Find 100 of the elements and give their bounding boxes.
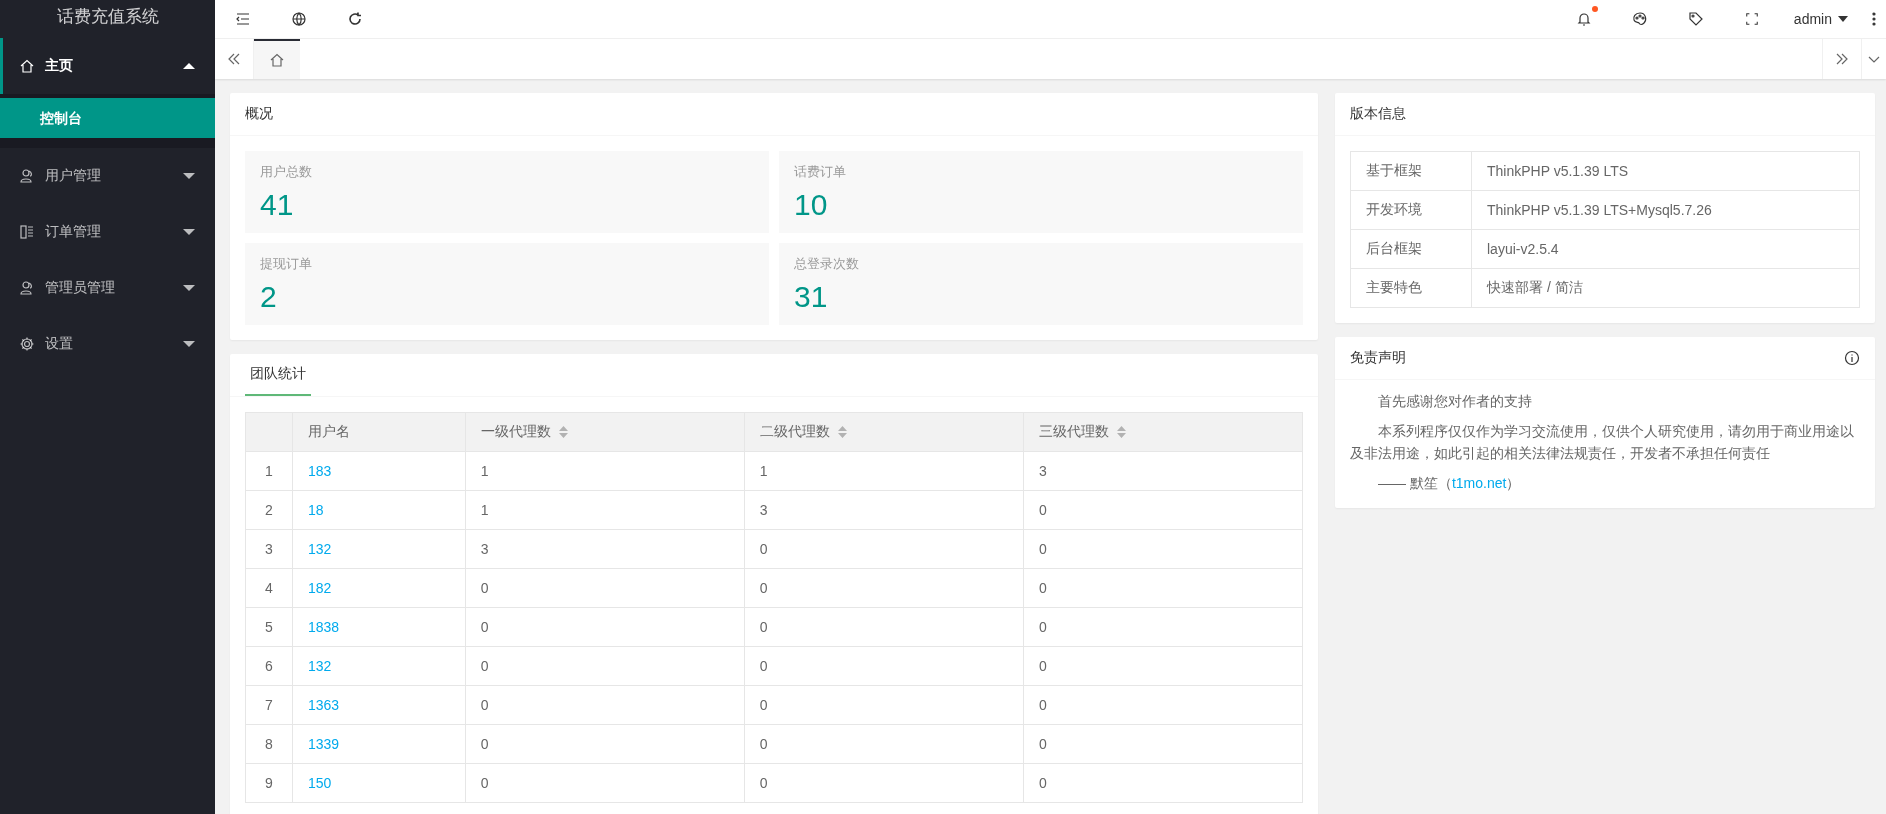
sidebar-item[interactable]: 用户管理 (0, 148, 215, 204)
tag-icon (1687, 11, 1704, 27)
table-cell: 0 (744, 646, 1024, 686)
row-number: 3 (245, 529, 293, 569)
row-number: 7 (245, 685, 293, 725)
sidebar-item[interactable]: 管理员管理 (0, 260, 215, 316)
caret-icon (183, 229, 195, 235)
chevrons-left-icon (226, 51, 242, 67)
username-link[interactable]: 1838 (308, 619, 340, 635)
table-cell: 1 (465, 451, 745, 491)
disclaimer-text: 首先感谢您对作者的支持 (1377, 392, 1533, 411)
stat-label: 话费订单 (794, 163, 847, 181)
column-header[interactable]: 一级代理数 (465, 412, 745, 452)
table-cell: 0 (465, 724, 745, 764)
table-cell: 0 (744, 685, 1024, 725)
username-link[interactable]: 1339 (308, 736, 340, 752)
caret-icon (183, 285, 195, 291)
table-cell: layui-v2.5.4 (1471, 229, 1860, 269)
disclaimer-text: 本系列程序仅仅作为学习交流使用，仅供个人研究使用，请勿用于商业用途以及非法用途，如此引起的相关法律法规责任，开发者不承担任何责任 (1350, 422, 1855, 463)
row-number: 6 (245, 646, 293, 686)
list-icon (19, 224, 35, 240)
table-cell: 快速部署 / 简洁 (1471, 268, 1860, 308)
table-cell: 3 (744, 490, 1024, 530)
table-cell: 1 (465, 490, 745, 530)
sort-icon (837, 426, 847, 438)
column-header: 用户名 (292, 412, 466, 452)
row-number: 1 (245, 451, 293, 491)
table-cell: 后台框架 (1350, 229, 1472, 269)
gear-icon (19, 336, 35, 352)
username-link[interactable]: 150 (308, 775, 332, 791)
table-cell: 0 (744, 607, 1024, 647)
table-cell: 0 (1023, 646, 1303, 686)
table-cell: 0 (465, 646, 745, 686)
table-cell: 0 (1023, 724, 1303, 764)
table-cell: 0 (1023, 763, 1303, 803)
table-cell: 0 (1023, 529, 1303, 569)
username-link[interactable]: 182 (308, 580, 332, 596)
table-cell: 3 (1023, 451, 1303, 491)
username-link[interactable]: 132 (308, 658, 332, 674)
card-title: 免责声明 (1350, 349, 1406, 367)
stat-value: 2 (260, 279, 278, 315)
app-title: 话费充值系统 (55, 5, 160, 28)
row-number: 2 (245, 490, 293, 530)
sort-icon (558, 426, 568, 438)
stat-value: 10 (794, 187, 829, 223)
caret-icon (183, 341, 195, 347)
users-icon (19, 280, 35, 296)
table-cell: 0 (1023, 607, 1303, 647)
row-number: 5 (245, 607, 293, 647)
username-link[interactable]: 18 (308, 502, 324, 518)
table-cell: 基于框架 (1350, 151, 1472, 191)
sidebar-item[interactable]: 设置 (0, 316, 215, 372)
home-icon (19, 58, 35, 74)
sidebar-item[interactable]: 订单管理 (0, 204, 215, 260)
stat-label: 总登录次数 (794, 255, 860, 273)
signature-text: —— 默笙（t1mo.net） (1377, 474, 1522, 493)
stat-label: 用户总数 (260, 163, 313, 181)
fullscreen-icon (1744, 12, 1759, 26)
caret-icon (183, 63, 195, 69)
table-cell: 0 (744, 724, 1024, 764)
table-cell: ThinkPHP v5.1.39 LTS (1471, 151, 1860, 191)
table-cell: 0 (465, 685, 745, 725)
username-link[interactable]: 132 (308, 541, 332, 557)
username-link[interactable]: 1363 (308, 697, 340, 713)
palette-icon (1631, 11, 1648, 27)
row-number: 4 (245, 568, 293, 608)
table-cell: 主要特色 (1350, 268, 1472, 308)
sidebar-subitem[interactable]: 控制台 (0, 98, 215, 138)
user-menu[interactable]: admin (1779, 11, 1862, 27)
table-cell: 0 (744, 763, 1024, 803)
table-cell: 0 (465, 763, 745, 803)
info-icon (1844, 350, 1860, 366)
table-cell: 3 (465, 529, 745, 569)
card-title: 版本信息 (1350, 105, 1406, 123)
card-tab[interactable]: 团队统计 (245, 354, 311, 396)
caret-icon (183, 173, 195, 179)
table-cell: 0 (744, 568, 1024, 608)
table-cell: 0 (1023, 568, 1303, 608)
chevrons-right-icon (1834, 51, 1850, 67)
table-cell: 0 (1023, 490, 1303, 530)
table-cell: 0 (1023, 685, 1303, 725)
card-title: 概况 (245, 105, 273, 123)
globe-icon (291, 11, 307, 27)
table-cell: 开发环境 (1350, 190, 1472, 230)
username-link[interactable]: 183 (308, 463, 332, 479)
users-icon (19, 168, 35, 184)
refresh-icon (347, 11, 363, 27)
row-number: 9 (245, 763, 293, 803)
stat-label: 提现订单 (260, 255, 313, 273)
menu-icon (235, 11, 251, 27)
table-cell: 1 (744, 451, 1024, 491)
column-header[interactable]: 二级代理数 (744, 412, 1024, 452)
table-cell: 0 (465, 607, 745, 647)
site-link[interactable]: t1mo.net (1451, 475, 1507, 491)
table-cell: 0 (465, 568, 745, 608)
column-header[interactable]: 三级代理数 (1023, 412, 1303, 452)
row-number: 8 (245, 724, 293, 764)
stat-value: 31 (794, 279, 829, 315)
home-tab[interactable] (254, 39, 300, 79)
table-cell: ThinkPHP v5.1.39 LTS+Mysql5.7.26 (1471, 190, 1860, 230)
